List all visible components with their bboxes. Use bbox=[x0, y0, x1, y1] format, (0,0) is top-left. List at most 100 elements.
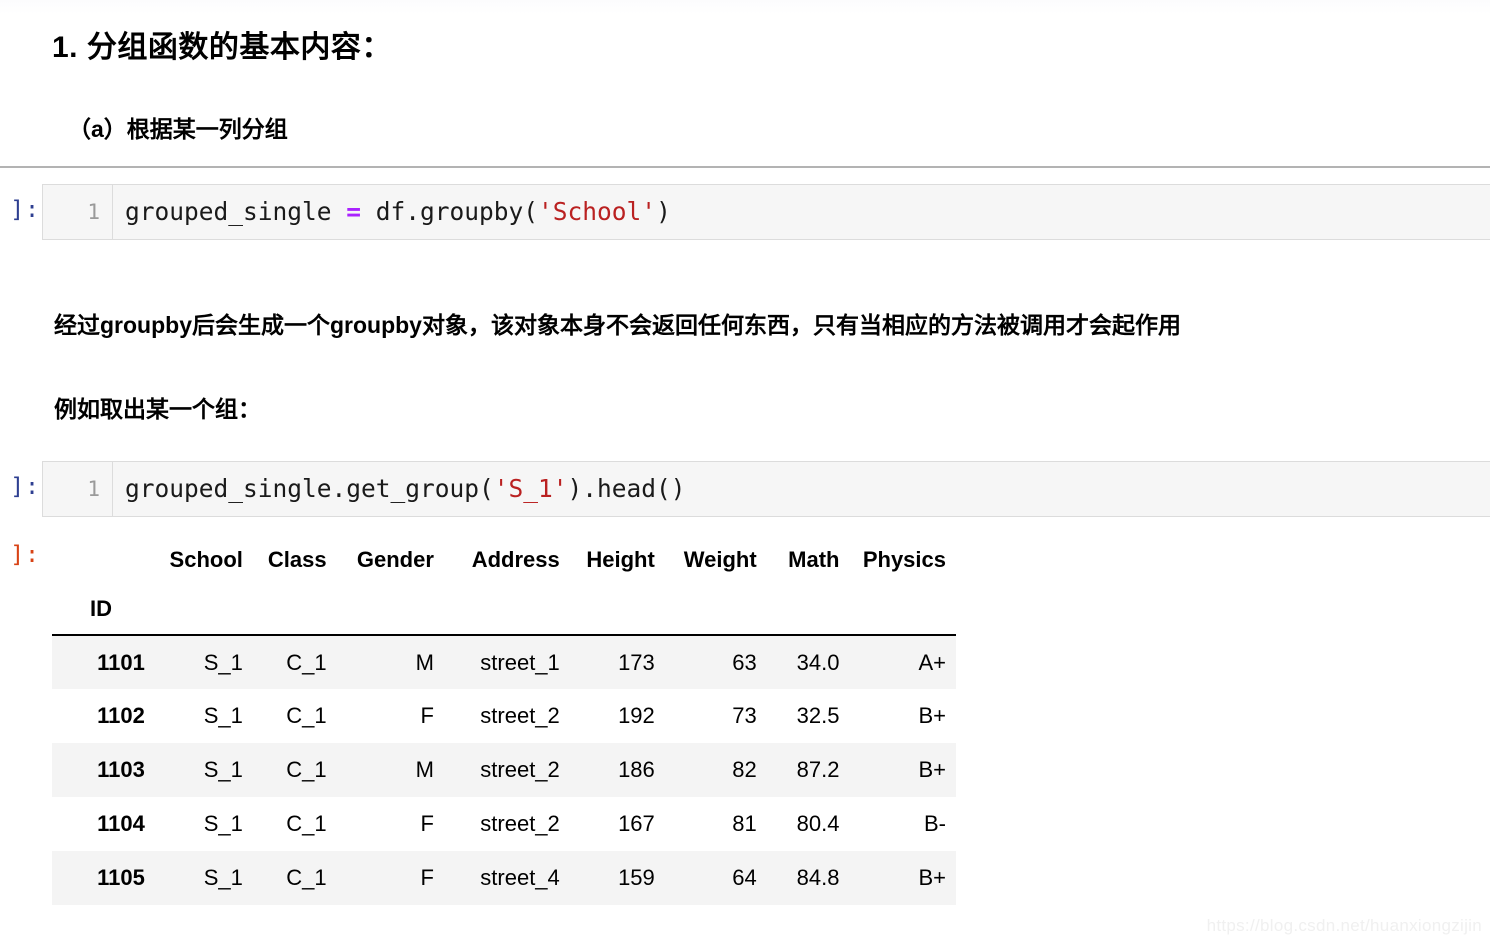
table-cell: 87.2 bbox=[796, 757, 840, 782]
paragraph-example-note: 例如取出某一个组： bbox=[54, 396, 261, 422]
code-token-plain: df.groupby( bbox=[361, 197, 539, 226]
table-cell: S_1 bbox=[150, 634, 253, 689]
code-input-area-2[interactable]: 1 grouped_single.get_group('S_1').head() bbox=[42, 461, 1490, 517]
code-token-plain: grouped_single.get_group( bbox=[125, 474, 494, 503]
table-cell: F bbox=[420, 703, 434, 728]
table-cell: 192 bbox=[618, 703, 655, 728]
table-cell: S_1 bbox=[203, 811, 243, 836]
table-cell: 159 bbox=[618, 865, 655, 890]
notebook-page: 1. 分组函数的基本内容： （a）根据某一列分组 ]: 1 grouped_si… bbox=[0, 0, 1490, 944]
row-index-label: 1104 bbox=[97, 811, 145, 836]
dataframe-table: School Class Gender Address Height Weight Math… bbox=[52, 536, 956, 905]
index-row-filler bbox=[253, 584, 337, 635]
column-header: Class bbox=[267, 547, 327, 572]
table-cell: 82 bbox=[732, 757, 757, 782]
input-prompt-2: ]: bbox=[10, 474, 40, 500]
table-cell: C_1 bbox=[286, 865, 327, 890]
table-row: 1102 S_1 C_1 Fstreet_2 192 73 32.5 B+ bbox=[52, 689, 956, 743]
corner-cell bbox=[52, 536, 151, 584]
line-number-1: 1 bbox=[43, 185, 113, 239]
column-header: Height bbox=[586, 547, 655, 572]
row-index-label: 1102 bbox=[97, 703, 145, 728]
row-index-label: 1101 bbox=[52, 634, 151, 689]
dataframe-body: 1101 S_1 C_1 Mstreet_1 173 63 34.0 A+ 1102 S_1 C_1… bbox=[52, 634, 956, 905]
table-cell: 64 bbox=[732, 865, 757, 890]
table-cell: street_4 bbox=[480, 865, 560, 890]
table-cell: C_1 bbox=[286, 703, 327, 728]
table-cell: S_1 bbox=[203, 703, 243, 728]
table-row: 1105 S_1 C_1 Fstreet_4 159 64 84.8 B+ bbox=[52, 851, 956, 905]
table-row: 1103 S_1 C_1 Mstreet_2 186 82 87.2 B+ bbox=[52, 743, 956, 797]
column-header: Weight bbox=[683, 547, 757, 572]
output-prompt: ]: bbox=[10, 542, 40, 568]
table-cell: M bbox=[415, 757, 434, 782]
table-cell: S_1 bbox=[203, 865, 243, 890]
table-cell: 80.4 bbox=[796, 811, 840, 836]
code-cell-1[interactable]: ]: 1 grouped_single = df.groupby('School… bbox=[0, 184, 1490, 240]
table-cell: 84.8 bbox=[796, 865, 840, 890]
table-cell: A+ bbox=[849, 634, 956, 689]
dataframe-output: School Class Gender Address Height Weight Math… bbox=[52, 536, 956, 905]
table-cell: C_1 bbox=[286, 757, 327, 782]
code-token-plain: .head() bbox=[582, 474, 686, 503]
code-cell-2[interactable]: ]: 1 grouped_single.get_group('S_1').hea… bbox=[0, 461, 1490, 517]
section-divider bbox=[0, 166, 1490, 168]
index-row-filler bbox=[767, 584, 850, 635]
table-row: 1104 S_1 C_1 Fstreet_2 167 81 80.4 B- bbox=[52, 797, 956, 851]
table-cell: street_2 bbox=[480, 811, 560, 836]
index-row-filler bbox=[337, 584, 444, 635]
table-cell: B+ bbox=[918, 703, 946, 728]
table-cell: S_1 bbox=[203, 757, 243, 782]
table-cell: F bbox=[420, 811, 434, 836]
table-row: 1101 S_1 C_1 Mstreet_1 173 63 34.0 A+ bbox=[52, 634, 956, 689]
code-input-area-1[interactable]: 1 grouped_single = df.groupby('School') bbox=[42, 184, 1490, 240]
table-cell: B+ bbox=[918, 865, 946, 890]
code-text-2[interactable]: grouped_single.get_group('S_1').head() bbox=[125, 462, 1490, 516]
table-cell: 34.0 bbox=[766, 634, 850, 689]
index-row-filler bbox=[444, 584, 570, 635]
dataframe-column-header-row: School Class Gender Address Height Weight Math… bbox=[52, 536, 956, 584]
table-cell: C_1 bbox=[252, 634, 337, 689]
watermark: https://blog.csdn.net/huanxiongzijin bbox=[1206, 916, 1482, 935]
row-index-label: 1103 bbox=[97, 757, 145, 782]
table-cell: 186 bbox=[618, 757, 655, 782]
code-text-1[interactable]: grouped_single = df.groupby('School') bbox=[125, 185, 1490, 239]
index-row-filler bbox=[151, 584, 253, 635]
table-cell: M bbox=[336, 634, 444, 689]
table-cell: street_2 bbox=[480, 703, 560, 728]
table-cell: C_1 bbox=[286, 811, 327, 836]
table-cell: 73 bbox=[732, 703, 757, 728]
paragraph-groupby-note: 经过groupby后会生成一个groupby对象，该对象本身不会返回任何东西，只… bbox=[54, 312, 1181, 338]
table-cell: street_1 bbox=[443, 634, 570, 689]
dataframe-head: School Class Gender Address Height Weight Math… bbox=[52, 536, 956, 635]
column-header: School bbox=[169, 547, 243, 572]
dataframe-index-name-row: ID bbox=[52, 584, 956, 635]
table-cell: 63 bbox=[664, 634, 767, 689]
index-row-filler bbox=[570, 584, 665, 635]
column-header: Gender bbox=[356, 547, 434, 572]
section-subtitle: （a）根据某一列分组 bbox=[68, 116, 288, 142]
index-row-filler bbox=[849, 584, 956, 635]
code-token-plain: grouped_single bbox=[125, 197, 347, 226]
index-row-filler bbox=[665, 584, 767, 635]
line-number-2: 1 bbox=[43, 462, 113, 516]
input-prompt-1: ]: bbox=[10, 197, 40, 223]
code-token-str: 'School' bbox=[538, 197, 657, 226]
table-cell: 32.5 bbox=[796, 703, 840, 728]
index-name-cell: ID bbox=[90, 596, 112, 621]
column-header: Physics bbox=[862, 547, 946, 572]
column-header: Address bbox=[471, 547, 560, 572]
code-token-str: 'S_1' bbox=[493, 474, 568, 503]
code-token-plain: ) bbox=[656, 197, 671, 226]
code-token-op: = bbox=[346, 197, 362, 226]
page-title: 1. 分组函数的基本内容： bbox=[52, 31, 392, 64]
code-token-plain: ) bbox=[567, 474, 583, 503]
page-top-band bbox=[0, 0, 1490, 14]
table-cell: street_2 bbox=[480, 757, 560, 782]
row-index-label: 1105 bbox=[97, 865, 145, 890]
table-cell: F bbox=[420, 865, 434, 890]
column-header: Math bbox=[788, 547, 840, 572]
table-cell: B+ bbox=[918, 757, 946, 782]
table-cell: 173 bbox=[569, 634, 665, 689]
table-cell: 81 bbox=[732, 811, 757, 836]
